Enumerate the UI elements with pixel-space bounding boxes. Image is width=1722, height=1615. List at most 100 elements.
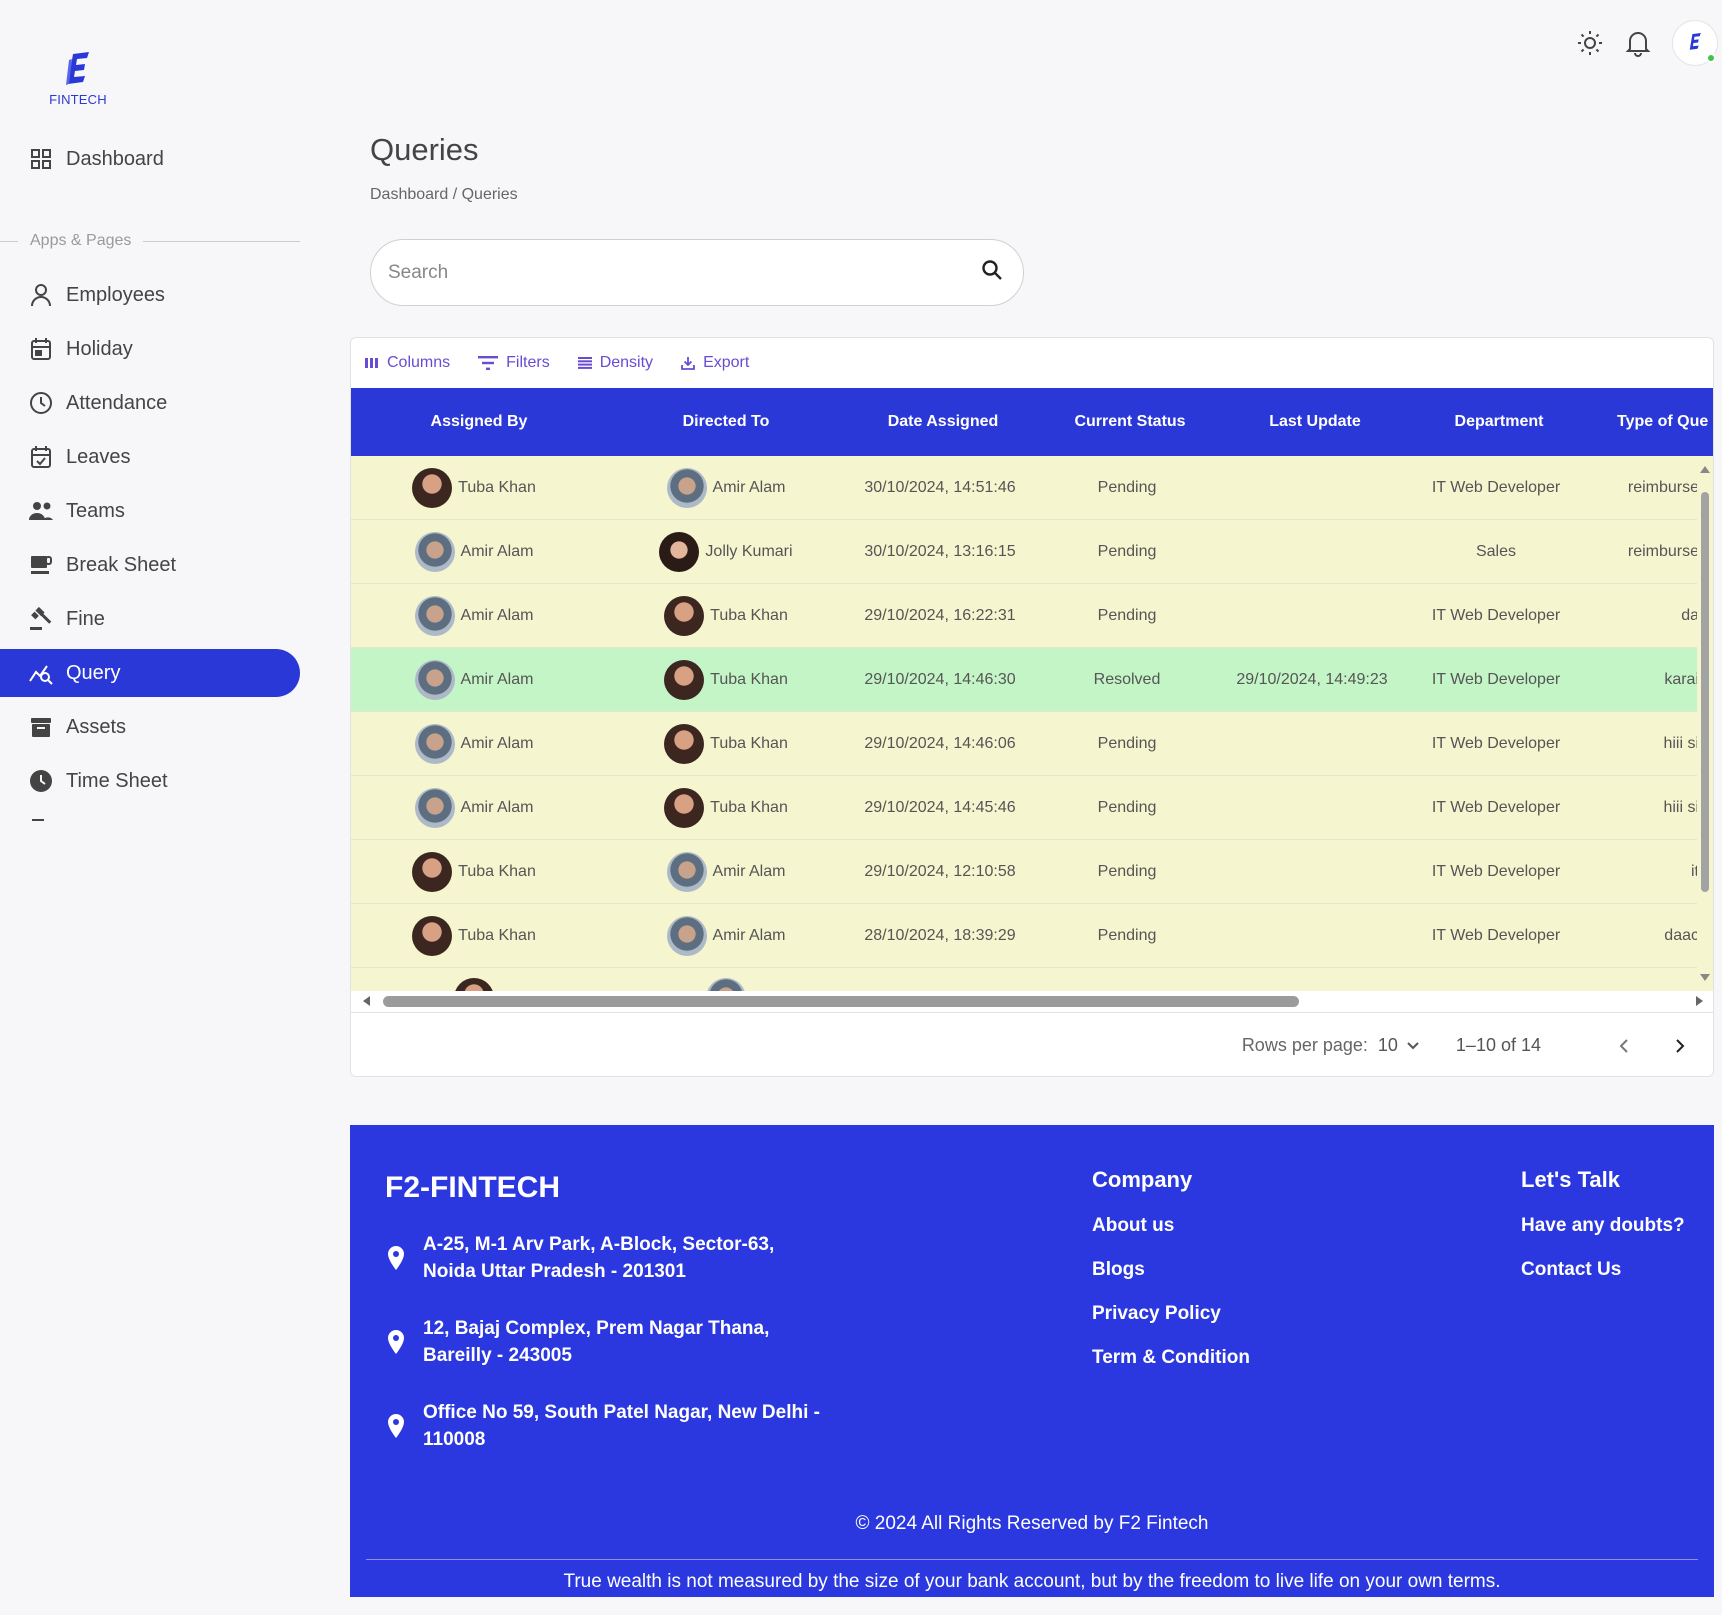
cell-last-update <box>1219 712 1405 776</box>
chevron-right-icon <box>1676 1038 1685 1053</box>
theme-toggle-sun-icon[interactable] <box>1576 29 1604 57</box>
scroll-right-arrow-icon[interactable] <box>1696 996 1703 1006</box>
table-row[interactable]: Tuba Khan Amir Alam 29/10/2024, 12:10:58… <box>351 840 1699 904</box>
sidebar-item-leaves[interactable]: Leaves <box>0 433 300 481</box>
vertical-scrollbar[interactable] <box>1697 456 1713 991</box>
cell-assigned-by: Tuba Khan <box>351 840 597 904</box>
scroll-down-arrow-icon[interactable] <box>1700 974 1710 981</box>
clock-icon <box>28 390 54 416</box>
table-row[interactable]: Amir Alam Tuba Khan 29/10/2024, 14:46:06… <box>351 712 1699 776</box>
breadcrumb[interactable]: Dashboard / Queries <box>370 186 518 204</box>
cell-type: reimburse <box>1627 479 1699 496</box>
location-pin-icon <box>385 1414 407 1438</box>
avatar <box>412 468 453 508</box>
sidebar-item-label: Assets <box>66 715 127 738</box>
notification-bell-icon[interactable] <box>1624 29 1652 57</box>
logo-text: FINTECH <box>49 92 107 107</box>
rows-per-page-label: Rows per page: <box>1241 1035 1368 1055</box>
page-title: Queries <box>370 132 479 167</box>
search-box <box>370 239 1024 306</box>
sidebar-item-assets[interactable]: Assets <box>0 703 300 751</box>
horizontal-scroll-thumb[interactable] <box>383 996 1299 1007</box>
scroll-left-arrow-icon[interactable] <box>363 996 370 1006</box>
avatar <box>454 978 494 991</box>
cell-status: Pending <box>1097 863 1157 880</box>
table-row[interactable]: Tuba Khan Amir Alam 30/10/2024, 14:51:46… <box>351 456 1699 520</box>
table-row[interactable]: Amir Alam Tuba Khan 29/10/2024, 16:22:31… <box>351 584 1699 648</box>
next-page-button[interactable] <box>1663 1029 1697 1063</box>
sidebar-item-employees[interactable]: Employees <box>0 271 300 319</box>
vertical-scroll-thumb[interactable] <box>1701 492 1709 892</box>
table-row[interactable]: Amir Alam Tuba Khan 29/10/2024, 14:45:46… <box>351 776 1699 840</box>
sidebar-more-indicator <box>32 819 44 821</box>
footer-link-doubts[interactable]: Have any doubts? <box>1521 1215 1685 1237</box>
search-input[interactable] <box>388 261 981 284</box>
horizontal-scrollbar[interactable] <box>351 991 1713 1011</box>
column-header-date-assigned[interactable]: Date Assigned <box>845 388 1041 456</box>
sidebar-item-break-sheet[interactable]: Break Sheet <box>0 541 300 589</box>
sidebar-item-time-sheet[interactable]: Time Sheet <box>0 757 300 805</box>
cell-date-assigned: 30/10/2024, 13:16:15 <box>864 543 1016 560</box>
sidebar-item-query[interactable]: Query <box>0 649 300 697</box>
sidebar-item-attendance[interactable]: Attendance <box>0 379 300 427</box>
column-header-assigned-by[interactable]: Assigned By <box>351 388 607 456</box>
column-header-type-of-query[interactable]: Type of Que <box>1587 388 1713 456</box>
search-icon[interactable] <box>981 259 1003 286</box>
footer-link-blogs[interactable]: Blogs <box>1092 1259 1250 1281</box>
columns-icon <box>365 358 378 368</box>
footer-link-contact-us[interactable]: Contact Us <box>1521 1259 1685 1281</box>
cell-directed-to: Tuba Khan <box>607 712 845 776</box>
sidebar-dashboard-clip: Dashboard <box>0 145 300 177</box>
avatar <box>664 660 705 700</box>
queries-data-grid: Columns Filters Density Export Assigned … <box>350 337 1714 1077</box>
table-row-partial[interactable] <box>351 968 1699 991</box>
footer-talk-heading: Let's Talk <box>1521 1167 1620 1192</box>
table-row[interactable]: Amir Alam Jolly Kumari 30/10/2024, 13:16… <box>351 520 1699 584</box>
cell-date-assigned: 29/10/2024, 12:10:58 <box>864 863 1016 880</box>
density-button[interactable]: Density <box>577 354 653 372</box>
app-logo[interactable]: FINTECH <box>46 50 110 107</box>
avatar <box>414 660 455 700</box>
scroll-up-arrow-icon[interactable] <box>1700 466 1710 473</box>
sidebar-item-teams[interactable]: Teams <box>0 487 300 535</box>
cell-department: IT Web Developer <box>1431 607 1561 624</box>
grid-toolbar: Columns Filters Density Export <box>351 338 1713 388</box>
filters-button[interactable]: Filters <box>478 354 550 372</box>
site-footer: F2-FINTECH A-25, M-1 Arv Park, A-Block, … <box>350 1125 1714 1597</box>
cell-date-assigned: 29/10/2024, 16:22:31 <box>864 607 1016 624</box>
column-header-current-status[interactable]: Current Status <box>1041 388 1219 456</box>
sidebar-item-holiday[interactable]: Holiday <box>0 325 300 373</box>
rows-per-page-select[interactable]: 10 <box>1378 1035 1420 1056</box>
footer-quote: True wealth is not measured by the size … <box>563 1571 1501 1592</box>
footer-link-about-us[interactable]: About us <box>1092 1215 1250 1237</box>
avatar <box>664 724 705 764</box>
export-button[interactable]: Export <box>681 354 749 372</box>
previous-page-button[interactable] <box>1607 1029 1641 1063</box>
column-header-directed-to[interactable]: Directed To <box>607 388 845 456</box>
footer-link-terms[interactable]: Term & Condition <box>1092 1347 1250 1369</box>
chevron-down-icon <box>1407 1041 1419 1049</box>
cell-status: Pending <box>1097 927 1157 944</box>
table-row[interactable]: Amir Alam Tuba Khan 29/10/2024, 14:46:30… <box>351 648 1699 712</box>
cell-status: Pending <box>1097 479 1157 496</box>
avatar <box>414 532 455 572</box>
cell-department: IT Web Developer <box>1431 735 1561 752</box>
footer-link-privacy-policy[interactable]: Privacy Policy <box>1092 1303 1250 1325</box>
cell-type: karai <box>1664 671 1699 688</box>
cell-type: hiii si <box>1663 799 1699 816</box>
chevron-left-icon <box>1619 1038 1628 1053</box>
avatar <box>414 596 455 636</box>
cell-directed-to: Jolly Kumari <box>607 520 845 584</box>
calendar-check-icon <box>28 444 54 470</box>
cell-directed-to: Tuba Khan <box>607 776 845 840</box>
user-avatar[interactable] <box>1672 20 1718 66</box>
sidebar-item-fine[interactable]: Fine <box>0 595 300 643</box>
column-header-last-update[interactable]: Last Update <box>1219 388 1411 456</box>
sidebar-item-dashboard[interactable]: Dashboard <box>0 145 300 177</box>
column-header-department[interactable]: Department <box>1411 388 1587 456</box>
archive-icon <box>28 714 54 740</box>
avatar <box>664 788 705 828</box>
columns-button[interactable]: Columns <box>365 354 450 372</box>
table-row[interactable]: Tuba Khan Amir Alam 28/10/2024, 18:39:29… <box>351 904 1699 968</box>
dashboard-icon <box>28 146 54 172</box>
